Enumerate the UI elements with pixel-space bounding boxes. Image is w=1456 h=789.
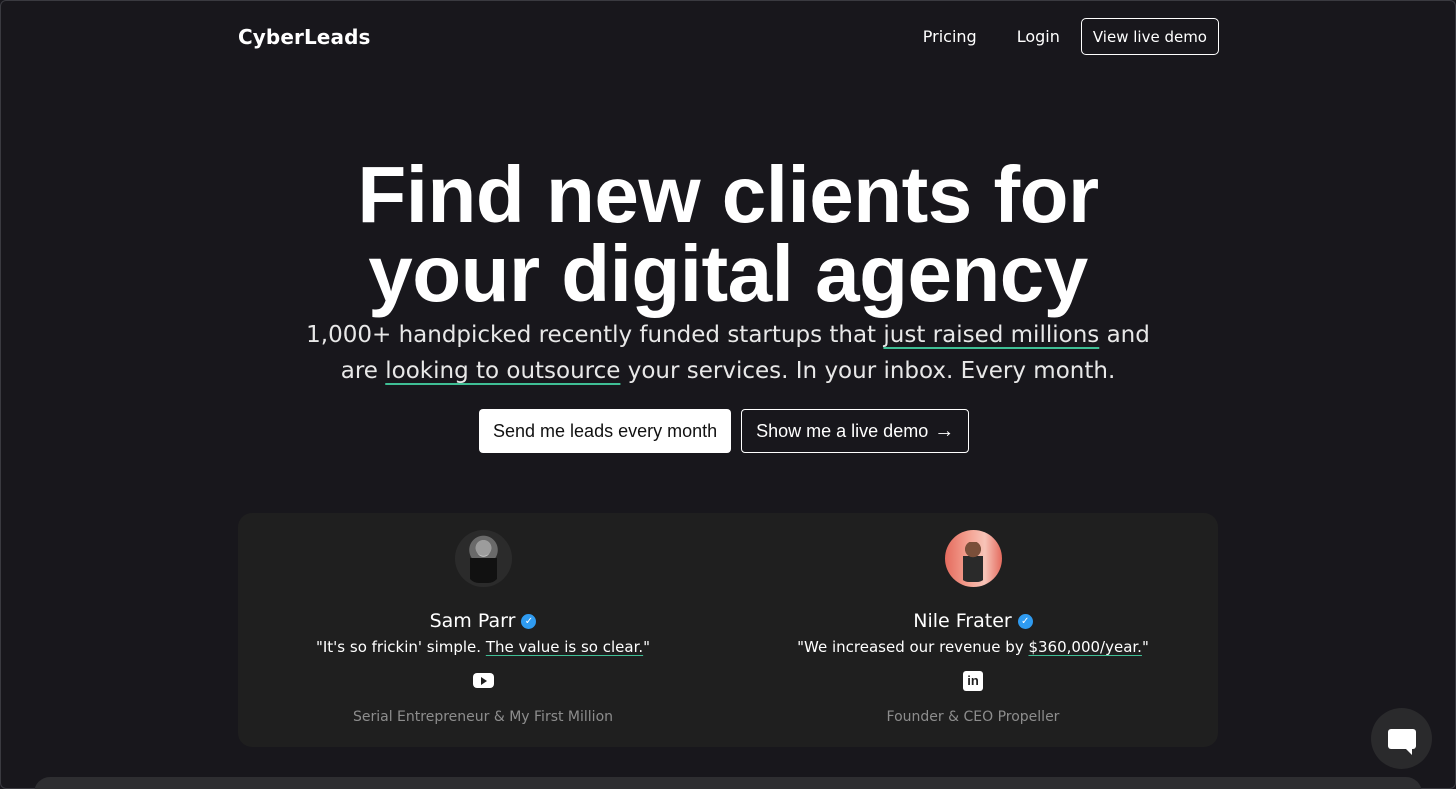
view-live-demo-button[interactable]: View live demo xyxy=(1080,18,1219,55)
subtitle-text: 1,000+ handpicked recently funded startu… xyxy=(306,322,884,348)
quote-text: "It's so frickin' simple. xyxy=(315,638,486,656)
hero-title-line-1: Find new clients for xyxy=(357,150,1099,239)
nav-link-login[interactable]: Login xyxy=(1017,27,1060,46)
send-leads-button[interactable]: Send me leads every month xyxy=(479,409,732,453)
testimonial-name: Nile Frater xyxy=(913,610,1012,632)
quote-text: " xyxy=(1141,638,1149,656)
hero-title: Find new clients for your digital agency xyxy=(0,155,1456,314)
quote-text: "We increased our revenue by xyxy=(797,638,1029,656)
quote-highlight: The value is so clear. xyxy=(485,638,644,656)
arrow-right-icon: → xyxy=(934,419,955,442)
testimonial-name: Sam Parr xyxy=(429,610,516,632)
show-live-demo-button[interactable]: Show me a live demo → xyxy=(741,409,970,453)
chat-bubble-icon xyxy=(1387,728,1416,755)
linkedin-icon[interactable]: in xyxy=(963,670,984,691)
verified-badge-icon: ✓ xyxy=(1017,613,1033,629)
chat-widget-button[interactable] xyxy=(1371,708,1432,769)
subtitle-text: your services. In your inbox. Every mont… xyxy=(620,358,1116,384)
subtitle-text: and xyxy=(1099,322,1150,348)
verified-badge-icon: ✓ xyxy=(521,613,537,629)
testimonial-role: Founder & CEO Propeller xyxy=(886,709,1060,725)
site-header: CyberLeads Pricing Login View live demo xyxy=(238,18,1219,55)
testimonial-sam-parr: Sam Parr ✓ "It's so frickin' simple. The… xyxy=(238,513,728,747)
hero-title-line-2: your digital agency xyxy=(368,229,1088,318)
subtitle-text: are xyxy=(340,358,386,384)
show-live-demo-label: Show me a live demo xyxy=(756,420,929,441)
avatar xyxy=(454,530,512,587)
testimonial-name-row: Nile Frater ✓ xyxy=(913,610,1033,632)
quote-highlight: $360,000/year. xyxy=(1028,638,1142,656)
linkedin-glyph: in xyxy=(963,670,983,691)
logo[interactable]: CyberLeads xyxy=(238,25,370,49)
subtitle-highlight-outsource: looking to outsource xyxy=(385,358,621,384)
testimonials-card: Sam Parr ✓ "It's so frickin' simple. The… xyxy=(238,513,1218,747)
testimonial-role: Serial Entrepreneur & My First Million xyxy=(352,709,614,725)
hero-subtitle: 1,000+ handpicked recently funded startu… xyxy=(0,317,1456,389)
cta-row: Send me leads every month Show me a live… xyxy=(479,409,970,453)
nav-link-pricing[interactable]: Pricing xyxy=(923,27,977,46)
quote-text: " xyxy=(643,638,651,656)
subtitle-highlight-raised: just raised millions xyxy=(883,322,1100,348)
testimonial-quote: "It's so frickin' simple. The value is s… xyxy=(316,638,650,656)
next-section-panel xyxy=(34,777,1422,789)
testimonial-quote: "We increased our revenue by $360,000/ye… xyxy=(797,638,1149,656)
testimonial-name-row: Sam Parr ✓ xyxy=(430,610,537,632)
top-nav: Pricing Login View live demo xyxy=(923,18,1219,55)
youtube-icon[interactable] xyxy=(472,670,494,691)
avatar xyxy=(944,530,1002,587)
testimonial-nile-frater: Nile Frater ✓ "We increased our revenue … xyxy=(728,513,1218,747)
